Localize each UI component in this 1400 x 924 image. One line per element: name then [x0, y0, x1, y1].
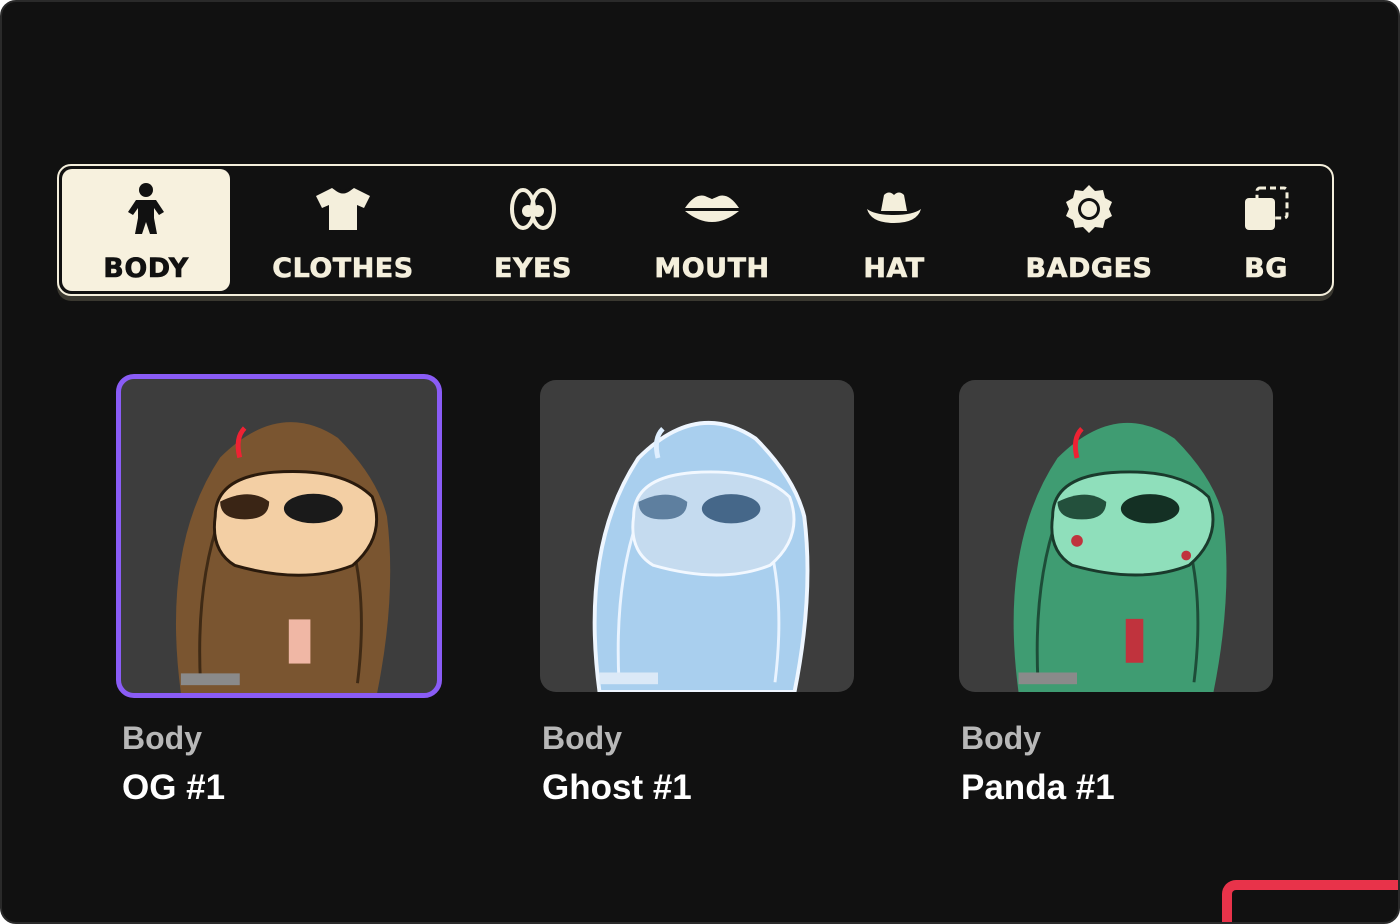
tab-hat[interactable]: HAT	[829, 169, 959, 291]
tab-eyes-label: EYES	[494, 253, 572, 285]
tab-bg-label: BG	[1244, 253, 1288, 285]
person-icon	[116, 181, 176, 237]
tab-bg[interactable]: BG	[1211, 169, 1321, 291]
tab-body[interactable]: BODY	[62, 169, 230, 291]
app-frame: BODY CLOTHES EYES MOUTH HAT BADGES BG Bo…	[0, 0, 1400, 924]
eyes-icon	[503, 181, 563, 237]
item-category: Body	[542, 720, 622, 756]
cowboy-hat-icon	[864, 181, 924, 237]
tab-eyes[interactable]: EYES	[459, 169, 607, 291]
body-thumbnail[interactable]	[959, 380, 1273, 692]
sloth-avatar-image	[1013, 422, 1227, 692]
tab-hat-label: HAT	[863, 253, 925, 285]
tab-mouth-label: MOUTH	[654, 253, 770, 285]
item-category: Body	[961, 720, 1041, 756]
background-layer-icon	[1236, 181, 1296, 237]
tab-clothes[interactable]: CLOTHES	[259, 169, 427, 291]
tab-mouth[interactable]: MOUTH	[637, 169, 787, 291]
corner-accent	[1222, 880, 1398, 922]
sloth-avatar-image	[592, 420, 810, 692]
badge-icon	[1059, 181, 1119, 237]
body-thumbnail[interactable]	[116, 374, 442, 698]
tab-body-label: BODY	[103, 253, 189, 285]
tab-badges-label: BADGES	[1025, 253, 1153, 285]
body-thumbnail[interactable]	[540, 380, 854, 692]
item-name: Panda #1	[961, 768, 1115, 807]
item-category: Body	[122, 720, 202, 756]
category-tab-bar: BODY CLOTHES EYES MOUTH HAT BADGES BG	[57, 164, 1334, 296]
sloth-avatar-image	[175, 422, 391, 693]
tab-badges[interactable]: BADGES	[1009, 169, 1169, 291]
item-name: OG #1	[122, 768, 226, 807]
tshirt-icon	[313, 181, 373, 237]
lips-icon	[682, 181, 742, 237]
tab-clothes-label: CLOTHES	[272, 253, 414, 285]
item-name: Ghost #1	[542, 768, 692, 807]
